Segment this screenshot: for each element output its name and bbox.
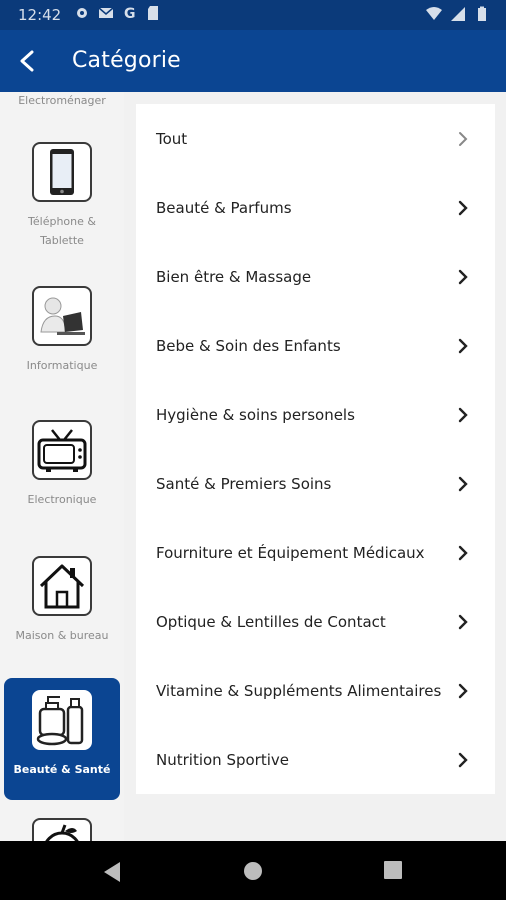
chevron-right-icon bbox=[458, 683, 468, 698]
wifi-icon bbox=[426, 7, 442, 20]
status-icons-left: G bbox=[74, 5, 162, 21]
list-item-label: Optique & Lentilles de Contact bbox=[156, 612, 386, 631]
back-button[interactable] bbox=[10, 44, 44, 78]
list-item-label: Fourniture et Équipement Médicaux bbox=[156, 543, 425, 562]
sidebar-item-maison[interactable]: Maison & bureau bbox=[0, 556, 124, 645]
sidebar-item-telephone[interactable]: Téléphone & Tablette bbox=[0, 142, 124, 250]
phone-icon bbox=[50, 149, 74, 195]
list-item-tout[interactable]: Tout bbox=[136, 104, 495, 173]
list-item-nutrition[interactable]: Nutrition Sportive bbox=[136, 725, 495, 794]
chevron-right-icon bbox=[458, 614, 468, 629]
nav-home-icon[interactable] bbox=[243, 861, 263, 881]
status-icons-right bbox=[426, 6, 490, 22]
sidebar-item-label: Maison & bureau bbox=[15, 629, 109, 642]
chevron-right-icon bbox=[458, 545, 468, 560]
back-arrow-icon bbox=[20, 50, 34, 72]
signal-icon bbox=[451, 7, 465, 21]
sd-card-icon bbox=[148, 6, 158, 20]
google-icon: G bbox=[124, 6, 136, 21]
list-item-label: Tout bbox=[156, 129, 188, 148]
page-title: Catégorie bbox=[72, 48, 181, 73]
list-item-label: Vitamine & Suppléments Alimentaires bbox=[156, 681, 442, 700]
sidebar-item-beaute-sante[interactable]: Beauté & Santé bbox=[4, 678, 120, 800]
mail-icon bbox=[98, 7, 114, 18]
sidebar-item-alimentation[interactable] bbox=[0, 818, 124, 841]
gear-icon bbox=[77, 8, 87, 18]
list-item-optique[interactable]: Optique & Lentilles de Contact bbox=[136, 587, 495, 656]
sidebar-item-label: Téléphone & Tablette bbox=[28, 215, 96, 247]
house-icon bbox=[39, 564, 85, 609]
chevron-right-icon bbox=[458, 200, 468, 215]
list-item-vitamine[interactable]: Vitamine & Suppléments Alimentaires bbox=[136, 656, 495, 725]
chevron-right-icon bbox=[458, 476, 468, 491]
list-item-label: Bebe & Soin des Enfants bbox=[156, 336, 341, 355]
chevron-right-icon bbox=[459, 131, 468, 146]
nav-recents-icon[interactable] bbox=[384, 861, 402, 879]
list-item-label: Hygiène & soins personels bbox=[156, 405, 355, 424]
list-item-label: Santé & Premiers Soins bbox=[156, 474, 332, 493]
battery-icon bbox=[478, 6, 486, 21]
app-bar: Catégorie bbox=[0, 30, 506, 92]
chevron-right-icon bbox=[458, 338, 468, 353]
sidebar-item-electronique[interactable]: Electronique bbox=[0, 420, 124, 509]
subcategory-list: Tout Beauté & Parfums Bien être & Massag… bbox=[136, 104, 495, 794]
list-item-bien-etre[interactable]: Bien être & Massage bbox=[136, 242, 495, 311]
sidebar-item-label-partial: Electroménager bbox=[18, 94, 106, 107]
list-item-sante[interactable]: Santé & Premiers Soins bbox=[136, 449, 495, 518]
chevron-right-icon bbox=[458, 269, 468, 284]
sidebar-item-label: Electronique bbox=[27, 493, 97, 506]
list-item-fourniture[interactable]: Fourniture et Équipement Médicaux bbox=[136, 518, 495, 587]
svg-text:G: G bbox=[124, 6, 136, 21]
chevron-right-icon bbox=[458, 407, 468, 422]
status-time: 12:42 bbox=[18, 6, 62, 24]
category-sidebar[interactable]: Electroménager Téléphone & Tablette Info… bbox=[0, 92, 124, 841]
status-bar: 12:42 G bbox=[0, 0, 506, 30]
list-item-hygiene[interactable]: Hygiène & soins personels bbox=[136, 380, 495, 449]
fruit-icon bbox=[45, 824, 79, 841]
system-nav-bar bbox=[0, 841, 506, 900]
sidebar-item-informatique[interactable]: Informatique bbox=[0, 286, 124, 375]
tv-icon bbox=[37, 429, 87, 472]
list-item-label: Beauté & Parfums bbox=[156, 198, 292, 217]
list-item-label: Bien être & Massage bbox=[156, 267, 312, 286]
computer-user-icon bbox=[40, 297, 85, 335]
list-item-beaute-parfums[interactable]: Beauté & Parfums bbox=[136, 173, 495, 242]
list-item-label: Nutrition Sportive bbox=[156, 750, 289, 769]
sidebar-item-label: Beauté & Santé bbox=[13, 763, 111, 776]
nav-back-icon[interactable] bbox=[102, 861, 122, 883]
list-item-bebe[interactable]: Bebe & Soin des Enfants bbox=[136, 311, 495, 380]
beauty-products-icon bbox=[36, 696, 84, 746]
sidebar-item-label: Informatique bbox=[26, 359, 98, 372]
chevron-right-icon bbox=[458, 752, 468, 767]
